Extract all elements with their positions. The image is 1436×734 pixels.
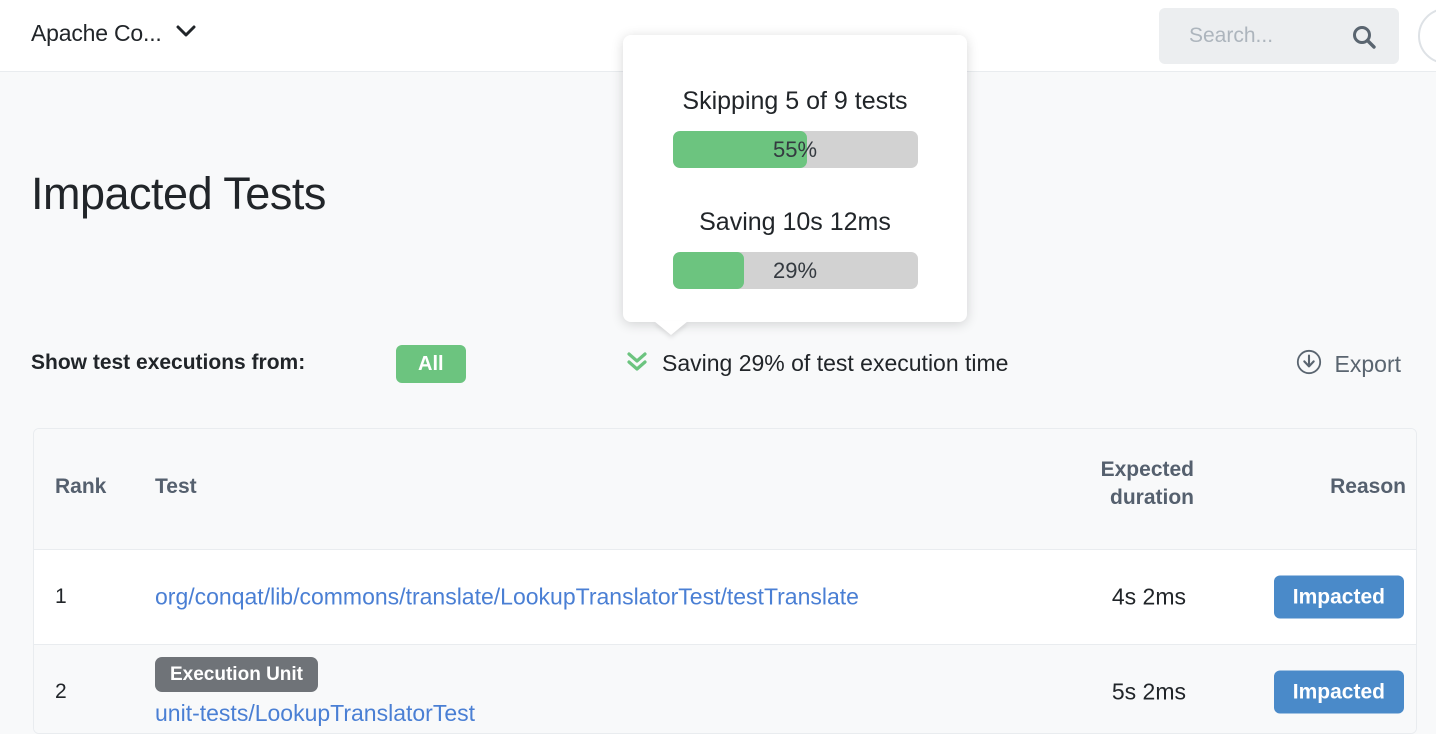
show-test-executions-label: Show test executions from: — [31, 351, 306, 374]
export-label: Export — [1334, 351, 1401, 377]
table-header-row: Rank Test Expected duration Reason — [34, 429, 1416, 550]
table-row[interactable]: 1 org/conqat/lib/commons/translate/Looku… — [34, 550, 1416, 644]
project-selector[interactable]: Apache Co... — [31, 20, 196, 47]
row-test-cell: org/conqat/lib/commons/translate/LookupT… — [155, 584, 859, 611]
row-test-link[interactable]: unit-tests/LookupTranslatorTest — [155, 700, 475, 727]
impacted-tests-table: Rank Test Expected duration Reason 1 org… — [33, 428, 1417, 734]
export-button[interactable]: Export — [1296, 349, 1401, 380]
filter-all-button[interactable]: All — [396, 345, 466, 383]
row-test-cell: Execution Unit unit-tests/LookupTranslat… — [155, 657, 475, 727]
filter-toolbar: Show test executions from: All Saving 29… — [31, 345, 1405, 387]
row-expected-duration: 4s 2ms — [1111, 583, 1186, 610]
row-expected-duration: 5s 2ms — [1111, 678, 1186, 705]
chevron-down-icon — [176, 25, 196, 43]
skipping-progress-label: 55% — [772, 136, 818, 162]
column-header-expected-duration: Expected duration — [1014, 456, 1194, 513]
download-circle-icon — [1296, 349, 1322, 380]
row-test-link[interactable]: org/conqat/lib/commons/translate/LookupT… — [155, 584, 859, 611]
page-title: Impacted Tests — [31, 168, 326, 219]
project-selector-label: Apache Co... — [31, 20, 162, 46]
search-icon[interactable] — [1351, 24, 1377, 55]
table-row[interactable]: 2 Execution Unit unit-tests/LookupTransl… — [34, 645, 1416, 733]
search-input[interactable] — [1187, 23, 1327, 49]
tooltip-saving-heading: Saving 10s 12ms — [699, 208, 891, 236]
row-rank: 1 — [55, 585, 67, 608]
angle-double-down-icon — [626, 349, 648, 378]
column-header-rank: Rank — [55, 475, 107, 498]
row-reason-cell: Impacted — [1273, 575, 1404, 619]
user-avatar-icon[interactable] — [1418, 8, 1436, 64]
skipping-progress-bar: 55% — [672, 131, 918, 168]
saving-progress-label: 29% — [772, 257, 818, 283]
row-reason-cell: Impacted — [1273, 670, 1404, 714]
search-box[interactable] — [1159, 8, 1399, 64]
column-header-expected-duration-line1: Expected — [1100, 458, 1194, 481]
status-badge[interactable]: Impacted — [1273, 670, 1404, 714]
saving-progress-bar: 29% — [672, 252, 918, 289]
execution-unit-badge: Execution Unit — [155, 657, 319, 692]
column-header-reason: Reason — [1330, 475, 1406, 498]
tooltip-skipping-heading: Skipping 5 of 9 tests — [682, 87, 908, 115]
row-rank: 2 — [55, 680, 67, 703]
saving-summary[interactable]: Saving 29% of test execution time — [626, 349, 1008, 378]
savings-tooltip: Skipping 5 of 9 tests 55% Saving 10s 12m… — [623, 35, 967, 322]
saving-summary-text: Saving 29% of test execution time — [662, 350, 1009, 376]
column-header-test: Test — [155, 475, 197, 498]
status-badge[interactable]: Impacted — [1273, 575, 1404, 619]
column-header-expected-duration-line2: duration — [1110, 486, 1194, 510]
